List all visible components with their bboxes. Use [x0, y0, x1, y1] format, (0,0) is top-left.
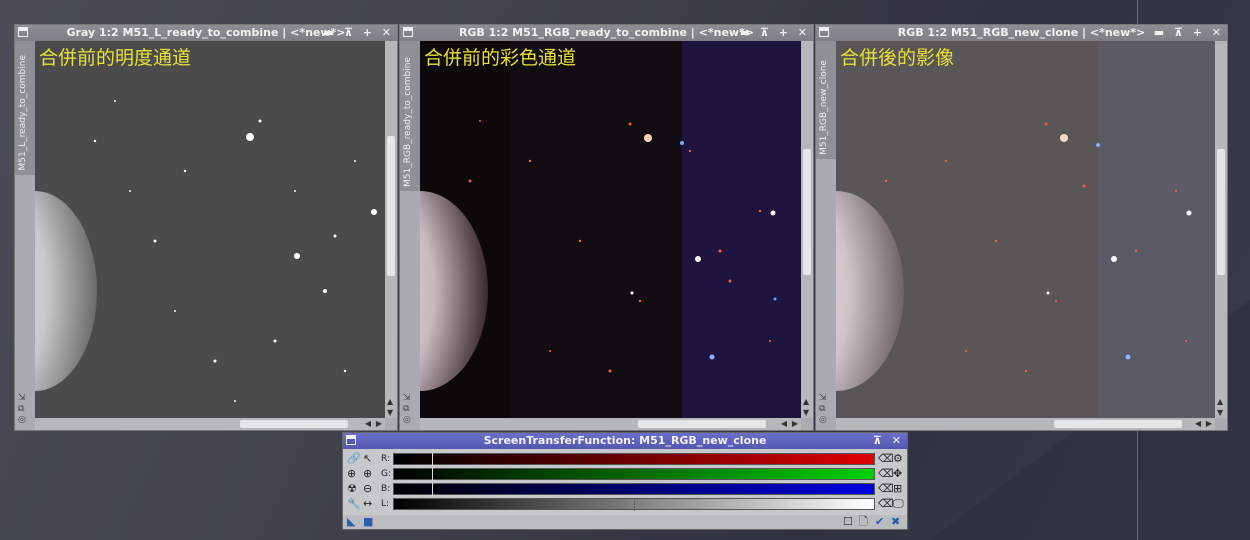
window-controls[interactable]: ▬ ⊼ + ✕ [740, 25, 810, 41]
horizontal-scrollbar[interactable]: ◀ ▶ [836, 418, 1215, 430]
apply-check-icon[interactable]: ✔ [875, 515, 884, 529]
channel-label: B: [381, 484, 391, 494]
window-side-icons[interactable]: ⇲ ⧉ ◎ [18, 393, 26, 426]
window-titlebar[interactable]: RGB 1:2 M51_RGB_new_clone | <*new*> ▬ ⊼ … [816, 25, 1227, 41]
move-icon[interactable]: ✥ [893, 467, 902, 481]
luminance-image [35, 41, 385, 418]
image-window-l[interactable]: Gray 1:2 M51_L_ready_to_combine | <*new*… [14, 24, 398, 431]
scroll-thumb[interactable] [638, 420, 766, 428]
window-side-icons[interactable]: ⇲ ⧉ ◎ [403, 393, 411, 426]
image-window-combined[interactable]: RGB 1:2 M51_RGB_new_clone | <*new*> ▬ ⊼ … [815, 24, 1228, 431]
browse-icon[interactable]: ☐ [843, 515, 853, 529]
view-tab[interactable]: M51_L_ready_to_combine [15, 41, 37, 175]
vertical-scrollbar[interactable]: ▲ ▼ [385, 41, 397, 418]
reset-l-icon[interactable]: ⌫ [878, 497, 894, 511]
stf-menu-icon[interactable] [346, 435, 356, 445]
reset-r-icon[interactable]: ⌫ [878, 452, 894, 466]
view-tab[interactable]: M51_RGB_ready_to_combine [400, 41, 422, 191]
channel-label: L: [381, 499, 390, 509]
reset-g-icon[interactable]: ⌫ [878, 467, 894, 481]
stf-channel-l[interactable]: L: [343, 497, 907, 511]
channel-label: G: [381, 469, 392, 479]
image-window-rgb[interactable]: RGB 1:2 M51_RGB_ready_to_combine | <*new… [399, 24, 814, 431]
color-image [420, 41, 801, 418]
image-viewport[interactable]: 合併後的影像 [836, 41, 1215, 418]
stf-title: ScreenTransferFunction: M51_RGB_new_clon… [483, 434, 767, 447]
reset-cross-icon[interactable]: ✖ [891, 515, 900, 529]
apply-global-icon[interactable]: ■ [363, 515, 373, 529]
combined-image [836, 41, 1215, 418]
image-viewport[interactable]: 合併前的彩色通道 [420, 41, 801, 418]
channel-slider[interactable] [393, 483, 875, 496]
image-caption: 合併前的彩色通道 [424, 47, 577, 69]
scroll-thumb[interactable] [803, 149, 811, 275]
window-controls[interactable]: ▬ ⊼ + ✕ [1154, 25, 1224, 41]
scroll-thumb[interactable] [240, 420, 348, 428]
horizontal-scrollbar[interactable]: ◀ ▶ [35, 418, 385, 430]
scroll-thumb[interactable] [1217, 149, 1225, 275]
channel-slider[interactable] [393, 498, 875, 511]
midtones-marker[interactable] [432, 468, 433, 481]
window-controls[interactable]: ▬ ⊼ + ✕ [324, 25, 394, 41]
reset-b-icon[interactable]: ⌫ [878, 482, 894, 496]
window-title: RGB 1:2 M51_RGB_new_clone | <*new*> [897, 26, 1146, 39]
stf-bottom-bar: ◣ ■ ☐ 🗋 ✔ ✖ [343, 515, 907, 529]
stf-titlebar[interactable]: ScreenTransferFunction: M51_RGB_new_clon… [343, 433, 907, 449]
image-caption: 合併後的影像 [840, 47, 955, 69]
channel-slider[interactable] [393, 453, 875, 466]
horizontal-scrollbar[interactable]: ◀ ▶ [420, 418, 801, 430]
window-title: RGB 1:2 M51_RGB_ready_to_combine | <*new… [458, 26, 755, 39]
screen-transfer-function-window[interactable]: ScreenTransferFunction: M51_RGB_new_clon… [342, 432, 908, 530]
window-menu-icon[interactable] [403, 27, 413, 37]
scroll-thumb[interactable] [387, 136, 395, 276]
stf-channel-g[interactable]: G: [343, 467, 907, 481]
vertical-scrollbar[interactable]: ▲ ▼ [1215, 41, 1227, 418]
window-menu-icon[interactable] [819, 27, 829, 37]
view-tab-label: M51_L_ready_to_combine [18, 55, 28, 171]
window-menu-icon[interactable] [18, 27, 28, 37]
settings-gear-icon[interactable]: ⚙ [893, 452, 903, 466]
midtones-marker[interactable] [634, 498, 635, 511]
midtones-marker[interactable] [432, 453, 433, 466]
new-instance-icon[interactable]: ◣ [347, 515, 355, 529]
stf-channel-b[interactable]: B: [343, 482, 907, 496]
image-viewport[interactable]: 合併前的明度通道 [35, 41, 385, 418]
window-titlebar[interactable]: Gray 1:2 M51_L_ready_to_combine | <*new*… [15, 25, 397, 41]
stf-channel-r[interactable]: R: [343, 452, 907, 466]
document-icon[interactable]: 🗋 [859, 515, 868, 529]
crosshair-icon[interactable]: ⊞ [893, 482, 902, 496]
channel-slider[interactable] [393, 468, 875, 481]
scroll-thumb[interactable] [1054, 420, 1182, 428]
view-tab-label: M51_RGB_ready_to_combine [403, 57, 413, 187]
window-titlebar[interactable]: RGB 1:2 M51_RGB_ready_to_combine | <*new… [400, 25, 813, 41]
channel-label: R: [381, 454, 391, 464]
vertical-scrollbar[interactable]: ▲ ▼ [801, 41, 813, 418]
view-tab-label: M51_RGB_new_clone [819, 60, 829, 155]
window-side-icons[interactable]: ⇲ ⧉ ◎ [819, 393, 827, 426]
view-tab[interactable]: M51_RGB_new_clone [816, 41, 838, 159]
image-caption: 合併前的明度通道 [39, 47, 192, 69]
stf-controls[interactable]: ⊼ ✕ [873, 433, 904, 449]
monitor-icon[interactable]: 🖵 [893, 497, 904, 511]
window-title: Gray 1:2 M51_L_ready_to_combine | <*new*… [66, 26, 346, 39]
midtones-marker[interactable] [432, 483, 433, 496]
